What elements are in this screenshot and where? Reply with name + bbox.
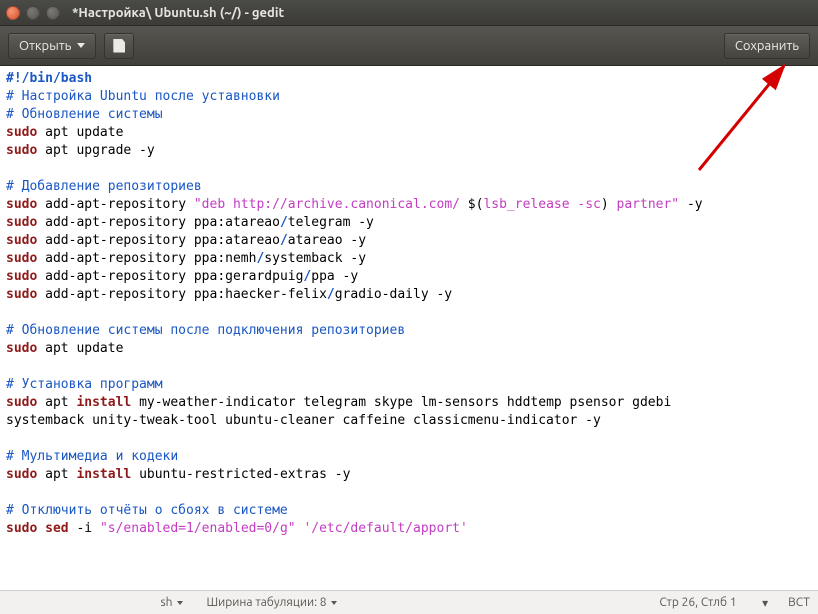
code-token: atareao -y	[288, 233, 366, 248]
code-line: # Мультимедиа и кодеки	[6, 449, 178, 464]
code-token: install	[76, 467, 131, 482]
code-token: sudo	[6, 251, 37, 266]
code-token: "s/enabled=1/enabled=0/g"	[100, 521, 296, 536]
code-token: /	[327, 287, 335, 302]
code-token: )	[601, 197, 609, 212]
insert-mode[interactable]: ВСТ	[788, 596, 810, 609]
code-token: sed	[45, 521, 68, 536]
code-token: '/etc/default/apport'	[303, 521, 467, 536]
code-token: sudo	[6, 143, 37, 158]
code-token: /	[280, 215, 288, 230]
syntax-label: sh	[160, 596, 172, 609]
code-token: sudo	[6, 521, 37, 536]
open-button[interactable]: Открыть	[8, 33, 96, 59]
code-token: -i	[69, 521, 100, 536]
code-token: gradio-daily -y	[335, 287, 452, 302]
code-line: # Обновление системы	[6, 107, 163, 122]
text-editor[interactable]: #!/bin/bash # Настройка Ubuntu после уст…	[0, 66, 818, 590]
code-token: apt update	[37, 125, 123, 140]
new-document-icon	[113, 39, 125, 53]
code-token: sudo	[6, 125, 37, 140]
code-line: systemback unity-tweak-tool ubuntu-clean…	[6, 413, 601, 428]
code-token: telegram -y	[288, 215, 374, 230]
code-token: apt	[37, 467, 76, 482]
code-token: install	[76, 395, 131, 410]
cursor-position: Стр 26, Стлб 1	[659, 596, 736, 609]
code-token: $(	[468, 197, 484, 212]
chevron-down-icon	[177, 601, 183, 605]
code-token: add-apt-repository ppa:atareao	[37, 215, 280, 230]
code-line: # Отключить отчёты о сбоях в системе	[6, 503, 288, 518]
code-token: ubuntu-restricted-extras -y	[131, 467, 350, 482]
code-token: sudo	[6, 395, 37, 410]
code-token: sudo	[6, 287, 37, 302]
window-titlebar: *Настройка\ Ubuntu.sh (~/) - gedit	[0, 0, 818, 26]
code-token: sudo	[6, 215, 37, 230]
toolbar: Открыть Сохранить	[0, 26, 818, 66]
tab-width-label: Ширина табуляции: 8	[207, 596, 327, 609]
spacer: ▾	[757, 596, 769, 610]
code-line: # Добавление репозиториев	[6, 179, 202, 194]
code-token: lsb_release -sc	[483, 197, 600, 212]
syntax-selector[interactable]: sh	[160, 596, 182, 609]
statusbar: sh Ширина табуляции: 8 Стр 26, Стлб 1 ▾ …	[0, 590, 818, 614]
save-button[interactable]: Сохранить	[724, 33, 810, 59]
code-token: ppa -y	[311, 269, 358, 284]
code-token: apt upgrade -y	[37, 143, 154, 158]
code-token: sudo	[6, 467, 37, 482]
code-token: "deb http://archive.canonical.com/	[194, 197, 468, 212]
code-token: add-apt-repository ppa:nemh	[37, 251, 256, 266]
open-button-label: Открыть	[19, 39, 71, 53]
code-token: add-apt-repository ppa:haecker-felix	[37, 287, 327, 302]
chevron-down-icon	[331, 601, 337, 605]
code-token: add-apt-repository ppa:atareao	[37, 233, 280, 248]
chevron-down-icon	[77, 43, 85, 48]
code-line: # Обновление системы после подключения р…	[6, 323, 405, 338]
new-document-button[interactable]	[104, 33, 134, 59]
code-line: #!/bin/bash	[6, 71, 92, 86]
code-token: sudo	[6, 197, 37, 212]
window-minimize-button[interactable]	[26, 6, 40, 20]
code-token: add-apt-repository ppa:gerardpuig	[37, 269, 303, 284]
code-token: add-apt-repository	[37, 197, 194, 212]
code-line: # Установка программ	[6, 377, 163, 392]
code-token: partner"	[609, 197, 679, 212]
code-token: systemback -y	[264, 251, 366, 266]
tab-width-selector[interactable]: Ширина табуляции: 8	[207, 596, 337, 609]
code-token: sudo	[6, 233, 37, 248]
code-token: apt	[37, 395, 76, 410]
code-token: apt update	[37, 341, 123, 356]
save-button-label: Сохранить	[735, 39, 799, 53]
code-token: sudo	[6, 341, 37, 356]
window-maximize-button[interactable]	[46, 6, 60, 20]
code-line: # Настройка Ubuntu после уставновки	[6, 89, 280, 104]
window-title: *Настройка\ Ubuntu.sh (~/) - gedit	[72, 6, 284, 20]
code-token: sudo	[6, 269, 37, 284]
code-token: -y	[679, 197, 702, 212]
code-token: my-weather-indicator telegram skype lm-s…	[131, 395, 671, 410]
code-token: /	[280, 233, 288, 248]
code-token	[37, 521, 45, 536]
window-close-button[interactable]	[6, 6, 20, 20]
